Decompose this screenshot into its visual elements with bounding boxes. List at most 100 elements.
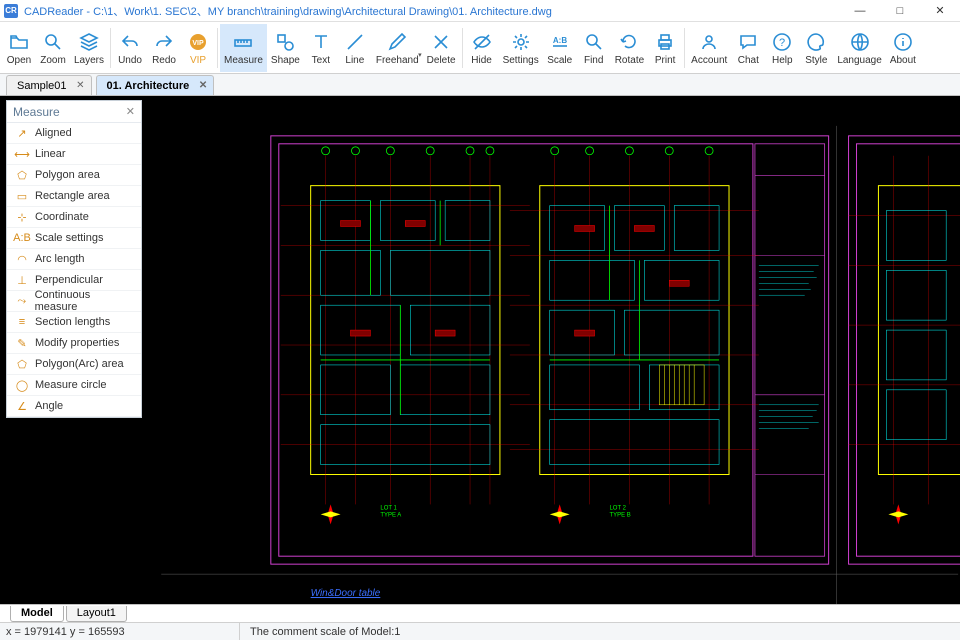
measure-item-label: Section lengths	[35, 316, 110, 328]
tab-label: Model	[21, 607, 53, 619]
measure-item-label: Continuous measure	[35, 289, 133, 313]
measure-item-label: Angle	[35, 400, 63, 412]
status-scale: The comment scale of Model:1	[240, 626, 400, 638]
vip-button[interactable]: VIPVIP	[181, 24, 215, 72]
search-icon	[582, 30, 606, 54]
open-button[interactable]: Open	[2, 24, 36, 72]
palette-icon	[804, 30, 828, 54]
line-label: Line	[345, 55, 364, 66]
measure-item-label: Polygon(Arc) area	[35, 358, 124, 370]
tab-layout1[interactable]: Layout1	[66, 606, 127, 622]
close-button[interactable]: ✕	[920, 0, 960, 22]
measure-item-arc-length[interactable]: ◠ Arc length	[7, 249, 141, 270]
measure-item-coordinate[interactable]: ⊹Coordinate	[7, 207, 141, 228]
measure-panel-title: Measure	[13, 105, 60, 119]
account-button[interactable]: Account	[687, 24, 731, 72]
settings-button[interactable]: Settings	[499, 24, 543, 72]
rotate-button[interactable]: Rotate	[611, 24, 648, 72]
measure-item-rectangle-area[interactable]: ▭Rectangle area	[7, 186, 141, 207]
hide-label: Hide	[471, 55, 492, 66]
zoom-button[interactable]: Zoom	[36, 24, 70, 72]
rotate-icon	[617, 30, 641, 54]
drawing-canvas[interactable]: LOT 1 TYPE A	[0, 96, 960, 604]
freehand-button[interactable]: Freehand▾	[372, 24, 423, 72]
measure-item-measure-circle[interactable]: ◯Measure circle	[7, 375, 141, 396]
tab-architecture[interactable]: 01. Architecture ✕	[96, 75, 215, 95]
measure-item-angle[interactable]: ∠ Angle	[7, 396, 141, 417]
close-icon[interactable]: ✕	[199, 80, 207, 91]
delete-button[interactable]: Delete	[423, 24, 460, 72]
measure-item-label: Polygon area	[35, 169, 100, 181]
close-icon[interactable]: ✕	[126, 105, 135, 118]
tab-label: 01. Architecture	[107, 80, 190, 92]
toolbar-separator	[217, 28, 218, 68]
measure-item-icon: ▭	[15, 189, 29, 203]
measure-item-icon: ✎	[15, 336, 29, 350]
measure-item-icon: ∠	[15, 399, 29, 413]
measure-item-icon: ⬠	[15, 168, 29, 182]
layers-button[interactable]: Layers	[70, 24, 108, 72]
measure-item-label: Perpendicular	[35, 274, 103, 286]
measure-item-icon: ◠	[15, 252, 29, 266]
tab-model[interactable]: Model	[10, 606, 64, 622]
shape-label: Shape	[271, 55, 300, 66]
shape-button[interactable]: Shape	[267, 24, 304, 72]
svg-text:TYPE A: TYPE A	[380, 512, 401, 518]
svg-text:A:B: A:B	[553, 36, 567, 45]
chat-button[interactable]: Chat	[731, 24, 765, 72]
chat-label: Chat	[738, 55, 759, 66]
measure-item-aligned[interactable]: ↗Aligned	[7, 123, 141, 144]
layers-icon	[77, 30, 101, 54]
maximize-button[interactable]: □	[880, 0, 920, 22]
minimize-button[interactable]: —	[840, 0, 880, 22]
undo-icon	[118, 30, 142, 54]
main-toolbar: Open Zoom Layers Undo Redo VIPVIP Measur…	[0, 22, 960, 74]
info-icon	[891, 30, 915, 54]
toolbar-separator	[684, 28, 685, 68]
tab-label: Layout1	[77, 607, 116, 619]
status-coordinates: x = 1979141 y = 165593	[0, 623, 240, 640]
scale-button[interactable]: A:BScale	[543, 24, 577, 72]
app-icon: CR	[4, 4, 18, 18]
canvas-link[interactable]: Win&Door table	[311, 588, 381, 599]
about-button[interactable]: About	[886, 24, 920, 72]
measure-item-section-lengths[interactable]: ≡Section lengths	[7, 312, 141, 333]
measure-button[interactable]: Measure	[220, 24, 267, 72]
measure-item-continuous-measure[interactable]: ⤳ Continuous measure	[7, 291, 141, 312]
measure-item-perpendicular[interactable]: ⊥ Perpendicular	[7, 270, 141, 291]
about-label: About	[890, 55, 916, 66]
help-button[interactable]: ?Help	[765, 24, 799, 72]
measure-item-icon: ⤳	[15, 294, 29, 308]
language-button[interactable]: Language	[833, 24, 886, 72]
line-button[interactable]: Line	[338, 24, 372, 72]
find-button[interactable]: Find	[577, 24, 611, 72]
account-label: Account	[691, 55, 727, 66]
eye-off-icon	[470, 30, 494, 54]
measure-item-label: Measure circle	[35, 379, 107, 391]
hide-button[interactable]: Hide	[465, 24, 499, 72]
style-button[interactable]: Style	[799, 24, 833, 72]
measure-item-icon: A:B	[15, 231, 29, 245]
vip-icon: VIP	[186, 30, 210, 54]
chevron-down-icon: ▾	[418, 51, 422, 59]
measure-item-linear[interactable]: ⟷Linear	[7, 144, 141, 165]
close-icon[interactable]: ✕	[76, 80, 84, 91]
redo-button[interactable]: Redo	[147, 24, 181, 72]
measure-item-polygon-area[interactable]: ⬠ Polygon area	[7, 165, 141, 186]
undo-button[interactable]: Undo	[113, 24, 147, 72]
measure-item-polygon-arc-area[interactable]: ⬠Polygon(Arc) area	[7, 354, 141, 375]
measure-item-label: Arc length	[35, 253, 85, 265]
pencil-icon	[385, 30, 409, 54]
text-button[interactable]: Text	[304, 24, 338, 72]
gear-icon	[509, 30, 533, 54]
measure-item-icon: ⊥	[15, 273, 29, 287]
print-button[interactable]: Print	[648, 24, 682, 72]
measure-item-scale-settings[interactable]: A:B Scale settings	[7, 228, 141, 249]
tab-sample01[interactable]: Sample01✕	[6, 75, 92, 95]
redo-label: Redo	[152, 55, 176, 66]
status-bar: x = 1979141 y = 165593 The comment scale…	[0, 622, 960, 640]
measure-panel-header: Measure ✕	[7, 101, 141, 123]
measure-item-modify-properties[interactable]: ✎Modify properties	[7, 333, 141, 354]
measure-item-label: Scale settings	[35, 232, 103, 244]
open-label: Open	[7, 55, 31, 66]
